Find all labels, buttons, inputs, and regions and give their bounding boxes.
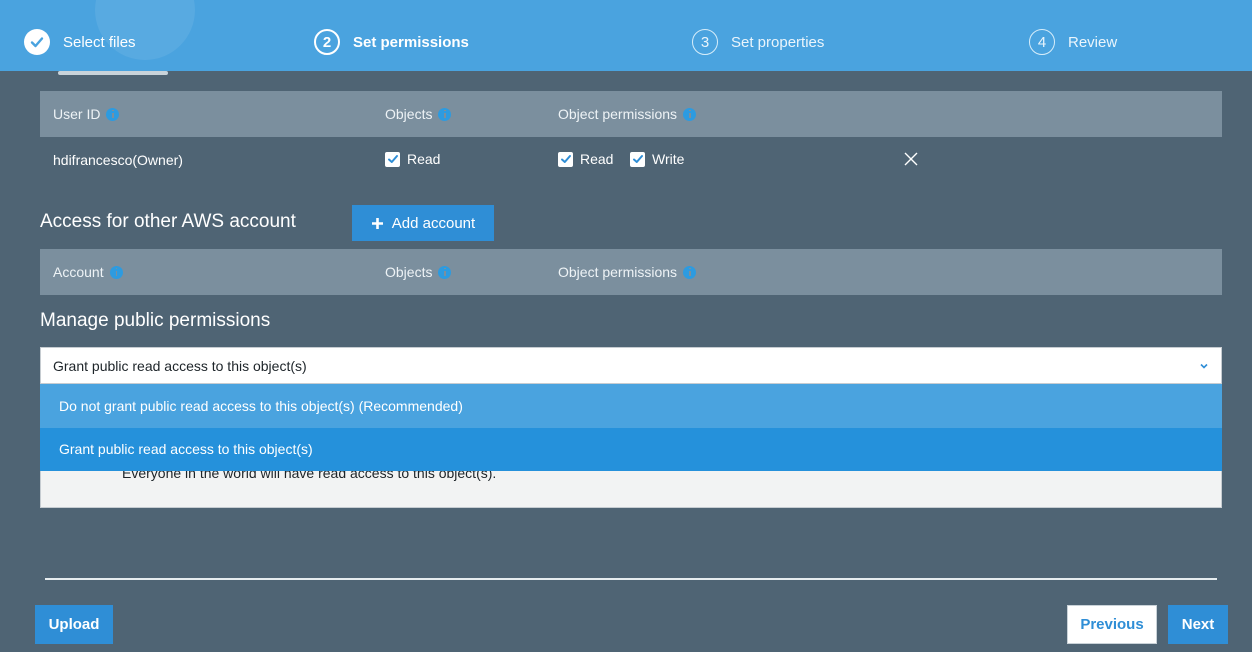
- step-select-files[interactable]: Select files: [24, 28, 136, 56]
- step-label: Set properties: [731, 33, 825, 51]
- add-account-label: Add account: [391, 214, 476, 232]
- accounts-table-header: Account Objects Object permissions: [40, 249, 1222, 295]
- column-objects: Objects: [385, 91, 452, 137]
- table-row: hdifrancesco(Owner) Read Read Write: [40, 137, 1222, 187]
- public-warning-box: Everyone in the world will have read acc…: [40, 471, 1222, 508]
- column-object-permissions: Object permissions: [558, 91, 697, 137]
- step-number: 3: [692, 29, 718, 55]
- checkbox-label: Read: [580, 151, 614, 167]
- step-set-properties[interactable]: 3 Set properties: [692, 28, 824, 56]
- other-accounts-title: Access for other AWS account: [40, 211, 296, 232]
- select-value: Grant public read access to this object(…: [53, 357, 307, 374]
- info-icon[interactable]: [683, 107, 697, 121]
- step-number: 2: [314, 29, 340, 55]
- upload-button[interactable]: Upload: [35, 605, 113, 644]
- info-icon[interactable]: [109, 265, 123, 279]
- previous-button[interactable]: Previous: [1067, 605, 1157, 644]
- column-label: Object permissions: [558, 106, 678, 122]
- public-permissions-title: Manage public permissions: [40, 310, 271, 331]
- check-circle-icon: [24, 29, 50, 55]
- checkbox-checked-icon: [558, 151, 573, 167]
- owner-table-header: User ID Objects Object permissions: [40, 91, 1222, 137]
- step-label: Review: [1068, 33, 1118, 51]
- chevron-down-icon: [1200, 363, 1208, 369]
- objects-read-checkbox[interactable]: Read: [385, 151, 440, 167]
- owner-user-id: hdifrancesco(Owner): [53, 152, 183, 168]
- wizard-stepper: Select files 2 Set permissions 3 Set pro…: [0, 0, 1252, 71]
- column-label: Account: [53, 264, 104, 280]
- option-do-not-grant[interactable]: Do not grant public read access to this …: [40, 384, 1222, 428]
- checkbox-label: Read: [407, 151, 441, 167]
- step-label: Set permissions: [353, 33, 469, 51]
- clipped-section-title: [58, 66, 168, 76]
- column-label: Object permissions: [558, 264, 678, 280]
- add-account-button[interactable]: Add account: [352, 205, 494, 241]
- step-label: Select files: [63, 33, 136, 51]
- info-icon[interactable]: [438, 107, 452, 121]
- checkbox-checked-icon: [630, 151, 645, 167]
- step-review[interactable]: 4 Review: [1029, 28, 1117, 56]
- public-warning-text: Everyone in the world will have read acc…: [122, 471, 497, 481]
- option-grant-public-read[interactable]: Grant public read access to this object(…: [40, 427, 1222, 471]
- column-account: Account: [53, 249, 123, 295]
- next-button[interactable]: Next: [1168, 605, 1228, 644]
- column-user-id: User ID: [53, 91, 120, 137]
- checkbox-label: Write: [652, 151, 685, 167]
- info-icon[interactable]: [683, 265, 697, 279]
- column-object-permissions: Object permissions: [558, 249, 697, 295]
- column-label: Objects: [385, 106, 433, 122]
- public-permissions-dropdown: Do not grant public read access to this …: [40, 384, 1222, 471]
- step-number: 4: [1029, 29, 1055, 55]
- checkbox-checked-icon: [385, 151, 400, 167]
- info-icon[interactable]: [438, 265, 452, 279]
- permissions-write-checkbox[interactable]: Write: [630, 151, 684, 167]
- column-objects: Objects: [385, 249, 452, 295]
- divider: [45, 578, 1217, 580]
- remove-row-icon[interactable]: [904, 152, 918, 166]
- column-label: Objects: [385, 264, 433, 280]
- plus-icon: [371, 217, 383, 229]
- info-icon[interactable]: [106, 107, 120, 121]
- step-set-permissions[interactable]: 2 Set permissions: [314, 28, 469, 56]
- public-permissions-select[interactable]: Grant public read access to this object(…: [40, 347, 1222, 384]
- column-label: User ID: [53, 106, 101, 122]
- permissions-read-checkbox[interactable]: Read: [558, 151, 613, 167]
